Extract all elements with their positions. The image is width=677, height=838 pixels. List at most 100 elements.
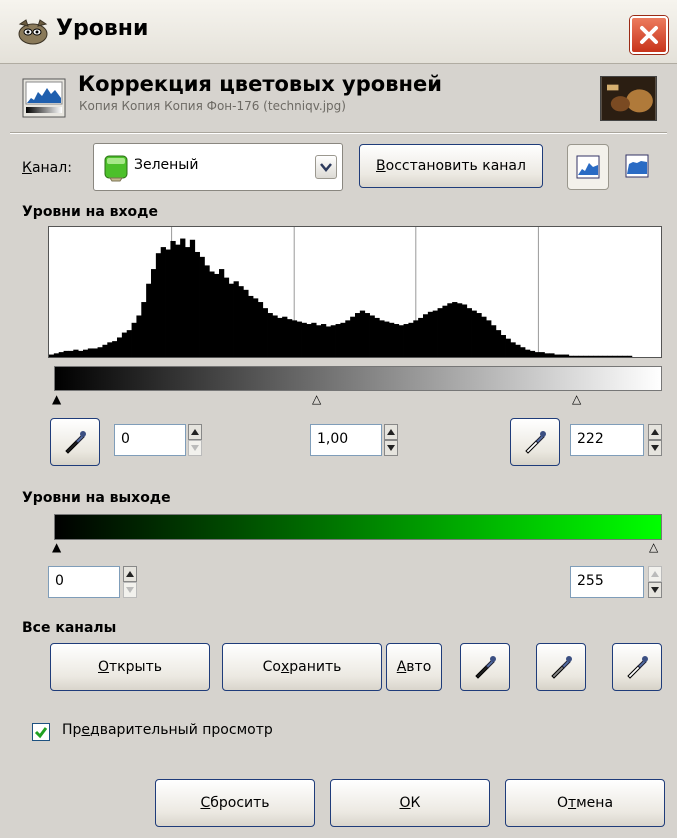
histogram-bar	[588, 355, 594, 357]
histogram-bar	[282, 316, 288, 357]
pick-white-point-button[interactable]	[510, 418, 560, 466]
histogram-bar	[413, 320, 419, 357]
output-high-field[interactable]: 255	[570, 566, 644, 598]
output-high-spinner[interactable]	[648, 566, 662, 598]
histogram-bar	[316, 325, 322, 357]
header-separator	[10, 132, 667, 134]
histogram-bar	[500, 335, 506, 357]
histogram-bar	[374, 317, 380, 357]
histogram-bar	[359, 310, 366, 357]
input-black-point-slider[interactable]: ▲	[52, 393, 61, 405]
histogram-bar	[199, 256, 205, 357]
histogram-bar	[116, 337, 123, 357]
linear-histogram-icon	[576, 155, 600, 179]
histogram-bar	[432, 310, 438, 357]
input-gamma-field[interactable]: 1,00	[310, 424, 382, 456]
histogram-bar	[627, 355, 633, 357]
log-histogram-toggle[interactable]	[621, 150, 653, 182]
input-low-spinner[interactable]	[188, 424, 202, 456]
input-gamma-slider[interactable]: △	[312, 393, 321, 405]
auto-pick-gray-button[interactable]	[536, 643, 586, 691]
histogram-bar	[243, 289, 249, 357]
histogram-bar	[525, 349, 531, 357]
histogram-bar	[112, 341, 118, 357]
histogram-bar	[102, 344, 108, 357]
output-low-field[interactable]: 0	[48, 566, 120, 598]
output-black-slider[interactable]: ▲	[52, 541, 61, 553]
input-low-field[interactable]: 0	[114, 424, 186, 456]
histogram-bar	[107, 342, 113, 357]
histogram-bar	[573, 355, 579, 357]
histogram-bar	[466, 308, 472, 357]
gimp-icon	[18, 19, 48, 45]
histogram-bar	[321, 324, 327, 357]
histogram-bar	[486, 320, 492, 357]
image-name: Копия Копия Копия Фон-176 (techniqv.jpg)	[79, 99, 346, 113]
histogram-bar	[578, 355, 584, 357]
histogram-bar	[515, 344, 521, 357]
histogram-bar	[58, 352, 64, 357]
eyedropper-white-icon	[525, 431, 546, 454]
auto-pick-white-button[interactable]	[612, 643, 662, 691]
histogram-bar	[597, 355, 604, 357]
output-levels-heading: Уровни на выходе	[22, 490, 171, 506]
input-gamma-spinner[interactable]	[384, 424, 398, 456]
histogram-bar	[160, 247, 166, 357]
histogram-bar	[442, 305, 448, 357]
reset-button[interactable]: Сбросить	[155, 779, 315, 827]
histogram-bar	[364, 313, 370, 357]
histogram[interactable]	[48, 226, 662, 358]
output-white-slider[interactable]: △	[649, 541, 658, 553]
histogram-bar	[131, 322, 137, 357]
histogram-bar	[418, 317, 424, 357]
preview-checkbox[interactable]	[32, 723, 50, 741]
histogram-bar	[150, 269, 157, 357]
histogram-bar	[568, 355, 574, 357]
histogram-bar	[121, 332, 128, 357]
chevron-down-icon	[320, 163, 332, 172]
histogram-bar	[248, 295, 254, 357]
histogram-bar	[384, 321, 390, 357]
open-button[interactable]: Открыть	[50, 643, 210, 691]
input-gradient	[54, 366, 662, 391]
histogram-bar	[340, 322, 346, 357]
histogram-bar	[78, 350, 84, 357]
eyedropper-black-icon	[65, 431, 86, 454]
histogram-bar	[330, 325, 336, 357]
title-bar[interactable]: Уровни	[0, 0, 677, 64]
histogram-bar	[544, 353, 550, 357]
input-white-point-slider[interactable]: △	[572, 393, 581, 405]
pick-black-point-button[interactable]	[50, 418, 100, 466]
histogram-bar	[612, 355, 618, 357]
histogram-bar	[452, 302, 458, 357]
histogram-bar	[471, 310, 477, 357]
histogram-bar	[291, 320, 298, 357]
histogram-bar	[456, 303, 463, 357]
linear-histogram-toggle[interactable]	[567, 144, 609, 190]
histogram-bar	[170, 240, 176, 357]
histogram-bar	[403, 324, 409, 357]
checkmark-icon	[34, 727, 48, 739]
output-low-spinner[interactable]	[123, 566, 137, 598]
reset-channel-button[interactable]: Восстановить канал	[359, 144, 543, 188]
input-high-field[interactable]: 222	[570, 424, 644, 456]
channel-select[interactable]: Зеленый	[93, 143, 343, 191]
histogram-bar	[194, 251, 200, 357]
preview-label[interactable]: Предварительный просмотр	[62, 722, 273, 738]
histogram-bar	[427, 311, 434, 357]
histogram-bar	[253, 298, 259, 357]
histogram-bar	[306, 324, 312, 357]
dropdown-arrow[interactable]	[315, 155, 337, 179]
close-button[interactable]	[630, 16, 668, 54]
save-button[interactable]: Со х ранить	[222, 643, 382, 691]
green-channel-icon	[104, 155, 128, 182]
ok-button[interactable]: ОК	[330, 779, 490, 827]
histogram-bar	[617, 355, 623, 357]
auto-pick-black-button[interactable]	[460, 643, 510, 691]
cancel-button[interactable]: От мена	[505, 779, 665, 827]
channel-value: Зеленый	[134, 157, 199, 173]
histogram-bar	[180, 238, 186, 357]
log-histogram-icon	[625, 154, 649, 178]
auto-button[interactable]: Авто	[386, 643, 442, 691]
input-high-spinner[interactable]	[648, 424, 662, 456]
